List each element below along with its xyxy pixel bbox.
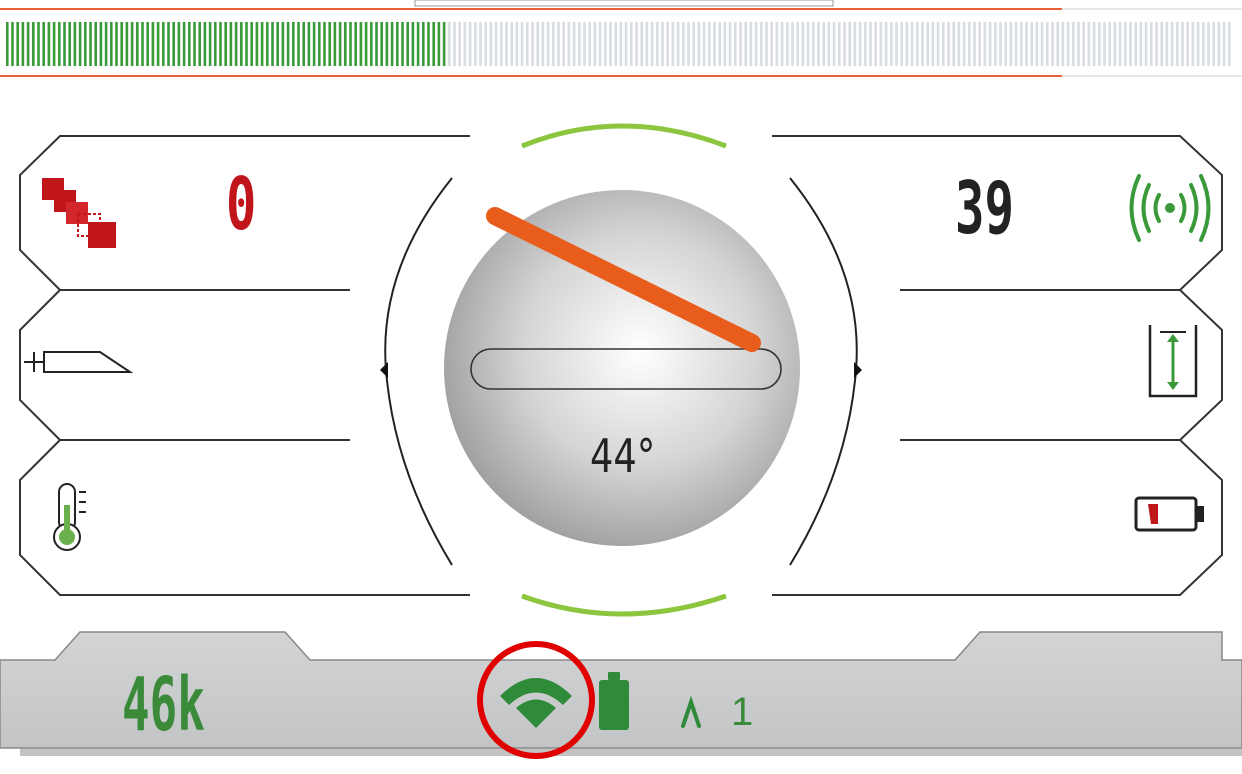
stacked-squares-icon	[42, 178, 116, 248]
frequency-value: 46k	[122, 662, 205, 748]
antenna-number: 1	[731, 690, 754, 734]
top-arc	[521, 123, 727, 149]
status-bar-shadow	[20, 748, 1242, 756]
pitch-sphere	[444, 190, 800, 546]
fault-count: 0	[226, 162, 257, 246]
bottom-arc	[521, 593, 727, 617]
pitch-angle-readout: 44°	[590, 429, 656, 483]
battery-low-icon	[1134, 496, 1204, 532]
sonde-probe-icon	[24, 351, 134, 373]
thermometer-icon	[53, 483, 86, 551]
left-pointer-icon	[380, 362, 388, 378]
locator-display	[0, 123, 1242, 759]
right-pointer-icon	[854, 362, 862, 378]
battery-full-icon	[599, 672, 629, 730]
broadcast-signal-icon	[1129, 174, 1211, 242]
signal-strength-value: 39	[955, 166, 1014, 250]
depth-icon	[1148, 325, 1198, 398]
